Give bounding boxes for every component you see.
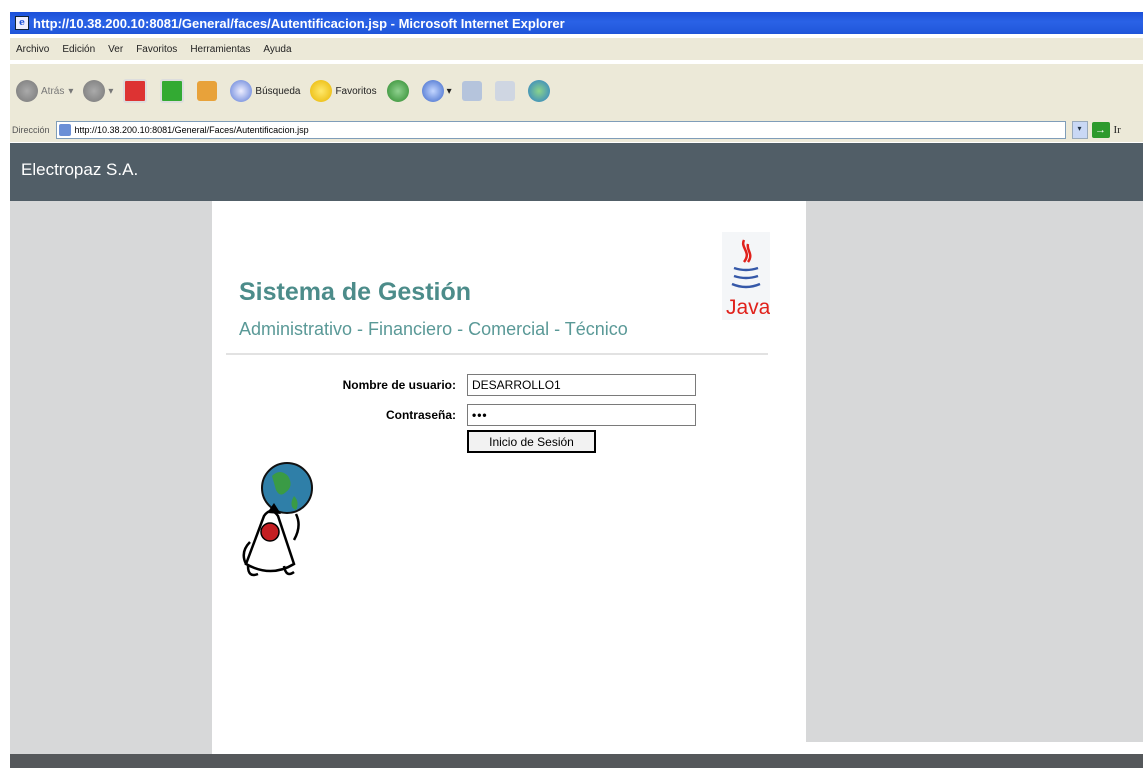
- system-title: Sistema de Gestión: [239, 278, 472, 306]
- menu-bar: Archivo Edición Ver Favoritos Herramient…: [10, 38, 1143, 60]
- browser-toolbar: Atrás ▾ ▾ Búsqueda Favoritos ▾: [10, 64, 1143, 118]
- home-button[interactable]: [197, 81, 220, 101]
- print-button[interactable]: [461, 81, 485, 101]
- back-dropdown-icon[interactable]: ▾: [68, 86, 73, 97]
- search-button[interactable]: Búsqueda: [230, 80, 300, 102]
- address-dropdown-icon[interactable]: ▾: [1071, 121, 1088, 139]
- menu-ayuda[interactable]: Ayuda: [263, 44, 291, 55]
- username-label: Nombre de usuario:: [342, 378, 456, 392]
- address-bar: Dirección http://10.38.200.10:8081/Gener…: [10, 118, 1143, 142]
- history-button[interactable]: [386, 80, 412, 102]
- forward-arrow-icon: [83, 80, 106, 102]
- search-label: Búsqueda: [255, 85, 301, 97]
- window-title-bar[interactable]: e http://10.38.200.10:8081/General/faces…: [10, 12, 1143, 34]
- messenger-button[interactable]: [527, 80, 553, 102]
- address-input[interactable]: http://10.38.200.10:8081/General/Faces/A…: [55, 121, 1066, 139]
- page-header: Electropaz S.A.: [10, 143, 1143, 201]
- stop-icon: [123, 79, 148, 103]
- forward-dropdown-icon[interactable]: ▾: [108, 86, 113, 97]
- duke-globe-mascot: [242, 462, 313, 577]
- back-button[interactable]: Atrás ▾: [16, 80, 73, 102]
- password-field[interactable]: •••: [467, 404, 696, 426]
- page-footer: [10, 754, 1143, 768]
- stop-button[interactable]: [123, 79, 150, 103]
- go-arrow-icon[interactable]: →: [1091, 122, 1110, 138]
- refresh-icon: [160, 79, 185, 103]
- page-icon: [58, 124, 71, 136]
- mail-button[interactable]: ▾: [421, 80, 452, 102]
- address-url: http://10.38.200.10:8081/General/Faces/A…: [74, 125, 309, 135]
- edit-icon: [494, 81, 515, 101]
- menu-edicion[interactable]: Edición: [62, 44, 95, 55]
- left-column: [10, 201, 212, 754]
- menu-ver[interactable]: Ver: [108, 44, 123, 55]
- search-icon: [230, 80, 253, 102]
- favorites-label: Favoritos: [335, 85, 377, 97]
- password-label: Contraseña:: [385, 408, 456, 422]
- mail-dropdown-icon[interactable]: ▾: [447, 86, 452, 97]
- print-icon: [461, 81, 482, 101]
- history-icon: [386, 80, 409, 102]
- address-label: Dirección: [12, 125, 50, 135]
- login-button[interactable]: Inicio de Sesión: [467, 430, 596, 453]
- home-icon: [197, 81, 218, 101]
- ie-icon: e: [15, 16, 29, 30]
- menu-herramientas[interactable]: Herramientas: [190, 44, 250, 55]
- mail-icon: [421, 80, 444, 102]
- username-field[interactable]: DESARROLLO1: [467, 374, 696, 396]
- right-column: [806, 201, 1143, 742]
- menu-favoritos[interactable]: Favoritos: [136, 44, 177, 55]
- java-logo: Java: [722, 232, 770, 320]
- go-label[interactable]: Ir: [1114, 124, 1121, 136]
- back-arrow-icon: [16, 80, 38, 102]
- edit-button[interactable]: [494, 81, 518, 101]
- window-title: http://10.38.200.10:8081/General/faces/A…: [33, 15, 565, 31]
- divider: [226, 353, 768, 355]
- menu-archivo[interactable]: Archivo: [16, 44, 49, 55]
- forward-button[interactable]: ▾: [83, 80, 113, 102]
- favorites-star-icon: [310, 80, 333, 102]
- java-logo-text: Java: [726, 296, 770, 319]
- system-subtitle: Administrativo - Financiero - Comercial …: [239, 319, 628, 339]
- back-label: Atrás: [41, 85, 65, 97]
- refresh-button[interactable]: [160, 79, 187, 103]
- favorites-button[interactable]: Favoritos: [310, 80, 377, 102]
- messenger-icon: [527, 80, 550, 102]
- organization-name: Electropaz S.A.: [21, 160, 139, 179]
